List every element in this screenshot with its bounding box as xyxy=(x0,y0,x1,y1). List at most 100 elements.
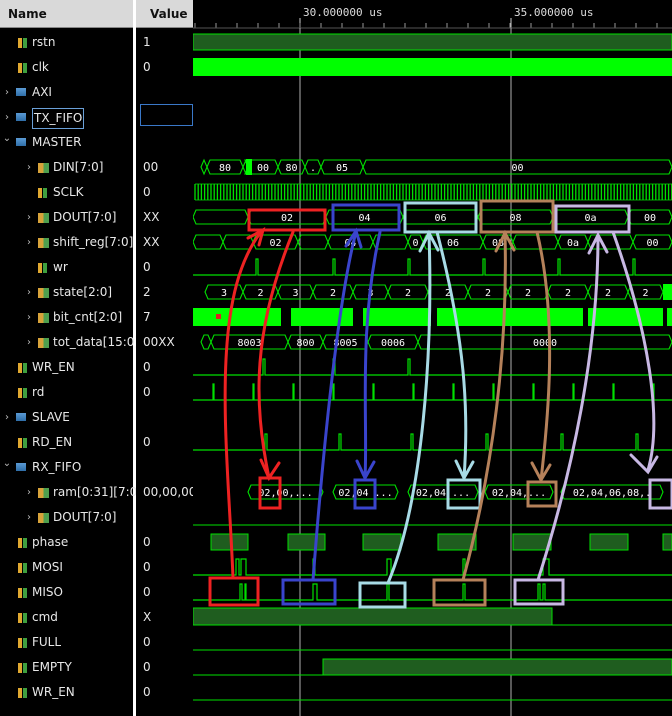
signal-row-mosi[interactable]: MOSI xyxy=(0,555,133,580)
signal-name-label: ram[0:31][7:0] xyxy=(53,484,142,499)
chevron-right-icon[interactable]: › xyxy=(24,505,34,530)
red-arrow-down xyxy=(257,230,295,482)
signal-name-label: wr xyxy=(53,259,68,274)
chevron-down-icon[interactable]: ⌄ xyxy=(2,451,12,476)
signal-name-label: rstn xyxy=(32,34,56,49)
bus-value-label: . xyxy=(310,163,316,174)
signal-value xyxy=(143,130,193,155)
chevron-right-icon[interactable]: › xyxy=(24,155,34,180)
signal-row-dout-7-0[interactable]: › DOUT[7:0] xyxy=(0,205,133,230)
signal-row-bit-cnt-2-0[interactable]: › bit_cnt[2:0] xyxy=(0,305,133,330)
bus-value-label: 2 xyxy=(257,288,263,299)
bus-value-label: 80 xyxy=(219,163,231,174)
bit-waveform xyxy=(193,558,672,576)
tx-fifo-value-cell xyxy=(140,104,193,126)
bit-signal-icon xyxy=(18,687,27,698)
signal-row-rd-en[interactable]: RD_EN xyxy=(0,430,133,455)
bus-value-label: 800 xyxy=(296,338,314,349)
signal-value xyxy=(143,405,193,430)
signal-name-label: SLAVE xyxy=(32,409,70,424)
bus-value-label: 3 xyxy=(221,288,227,299)
signal-row-dout-7-0[interactable]: › DOUT[7:0] xyxy=(0,505,133,530)
signal-name-label: state[2:0] xyxy=(53,284,113,299)
signal-row-phase[interactable]: phase xyxy=(0,530,133,555)
signal-row-full[interactable]: FULL xyxy=(0,630,133,655)
signal-row-master[interactable]: ⌄ MASTER xyxy=(0,130,133,155)
bit-signal-icon xyxy=(18,612,27,623)
bus-value-label: 8003 xyxy=(237,338,261,349)
signal-value-panel: 10000XXXX02700XX00000,00,00,000X000 xyxy=(136,28,193,716)
chevron-right-icon[interactable]: › xyxy=(2,405,12,430)
blue-arrow-up xyxy=(311,227,363,582)
lightblue-highlight-mosi xyxy=(358,581,407,609)
signal-row-tx-fifo[interactable]: › TX_FIFO xyxy=(0,105,133,130)
chevron-right-icon[interactable]: › xyxy=(24,305,34,330)
signal-row-rstn[interactable]: rstn xyxy=(0,30,133,55)
signal-value: 00XX xyxy=(143,334,175,349)
bitcnt-gap xyxy=(431,308,437,326)
bus-segment xyxy=(512,234,559,250)
chevron-right-icon[interactable]: › xyxy=(2,80,12,105)
signal-value: 0 xyxy=(143,584,151,599)
waveform-area[interactable]: 30.000000 us 35.000000 us 80 00 80. 05 0002 04… xyxy=(193,0,672,716)
bit-high-region xyxy=(322,658,672,676)
signal-row-axi[interactable]: › AXI xyxy=(0,80,133,105)
chevron-right-icon[interactable]: › xyxy=(24,205,34,230)
bus-value-label: 2 xyxy=(525,288,531,299)
signal-name-label: shift_reg[7:0] xyxy=(53,234,134,249)
time-ruler: 30.000000 us 35.000000 us xyxy=(193,0,672,29)
signal-row-ram-0-31-7-0[interactable]: › ram[0:31][7:0] xyxy=(0,480,142,505)
signal-row-tot-data-15-0[interactable]: › tot_data[15:0] xyxy=(0,330,139,355)
signal-row-wr-en[interactable]: WR_EN xyxy=(0,680,133,705)
bit-signal-icon xyxy=(18,562,27,573)
bus-signal-icon xyxy=(38,162,49,173)
signal-row-rd[interactable]: rd xyxy=(0,380,133,405)
signal-value: 2 xyxy=(143,284,151,299)
signal-value: XX xyxy=(143,234,160,249)
signal-row-cmd[interactable]: cmd xyxy=(0,605,133,630)
bus-value-label: 00 xyxy=(646,238,658,249)
chevron-right-icon[interactable]: › xyxy=(24,230,34,255)
brown-arrow-down xyxy=(530,230,552,484)
signal-row-slave[interactable]: › SLAVE xyxy=(0,405,133,430)
cmd-region xyxy=(193,607,553,626)
signal-name-label: cmd xyxy=(32,609,58,624)
bit-signal-icon xyxy=(18,587,27,598)
signal-row-empty[interactable]: EMPTY xyxy=(0,655,133,680)
value-column-header[interactable]: Value xyxy=(136,0,193,28)
din-glitch xyxy=(246,159,252,175)
signal-name-label: EMPTY xyxy=(32,659,72,674)
bus-value-label: 00 xyxy=(257,163,269,174)
bus-signal-icon xyxy=(38,287,49,298)
bus-value-label: 00 xyxy=(511,163,523,174)
signal-name-label: SCLK xyxy=(53,184,84,199)
signal-value: 0 xyxy=(143,259,151,274)
bus-value-label: 2 xyxy=(330,288,336,299)
bus-segment xyxy=(297,234,329,250)
scope-icon xyxy=(16,137,26,146)
bus-value-label: 04 xyxy=(358,213,370,224)
bus-value-label: 0a xyxy=(567,238,579,249)
signal-name-label: bit_cnt[2:0] xyxy=(53,309,123,324)
chevron-right-icon[interactable]: › xyxy=(24,280,34,305)
signal-value: 1 xyxy=(143,34,151,49)
chevron-right-icon[interactable]: › xyxy=(24,480,34,505)
signal-row-sclk[interactable]: SCLK xyxy=(0,180,133,205)
signal-row-clk[interactable]: clk xyxy=(0,55,133,80)
signal-value xyxy=(143,455,193,480)
signal-value: X xyxy=(143,609,152,624)
signal-row-wr[interactable]: wr xyxy=(0,255,133,280)
bus-signal-icon xyxy=(38,487,49,498)
chevron-down-icon[interactable]: ⌄ xyxy=(2,126,12,151)
signal-row-wr-en[interactable]: WR_EN xyxy=(0,355,133,380)
bus-value-label: 0000 xyxy=(533,338,557,349)
signal-row-din-7-0[interactable]: › DIN[7:0] xyxy=(0,155,133,180)
signal-row-state-2-0[interactable]: › state[2:0] xyxy=(0,280,133,305)
bus-value-label: 0 xyxy=(412,238,418,249)
signal-row-miso[interactable]: MISO xyxy=(0,580,133,605)
chevron-right-icon[interactable]: › xyxy=(24,330,34,355)
signal-row-shift-reg-7-0[interactable]: › shift_reg[7:0] xyxy=(0,230,133,255)
signal-row-rx-fifo[interactable]: ⌄ RX_FIFO xyxy=(0,455,133,480)
ruler-label: 35.000000 us xyxy=(514,6,593,19)
name-column-header[interactable]: Name xyxy=(0,0,133,28)
